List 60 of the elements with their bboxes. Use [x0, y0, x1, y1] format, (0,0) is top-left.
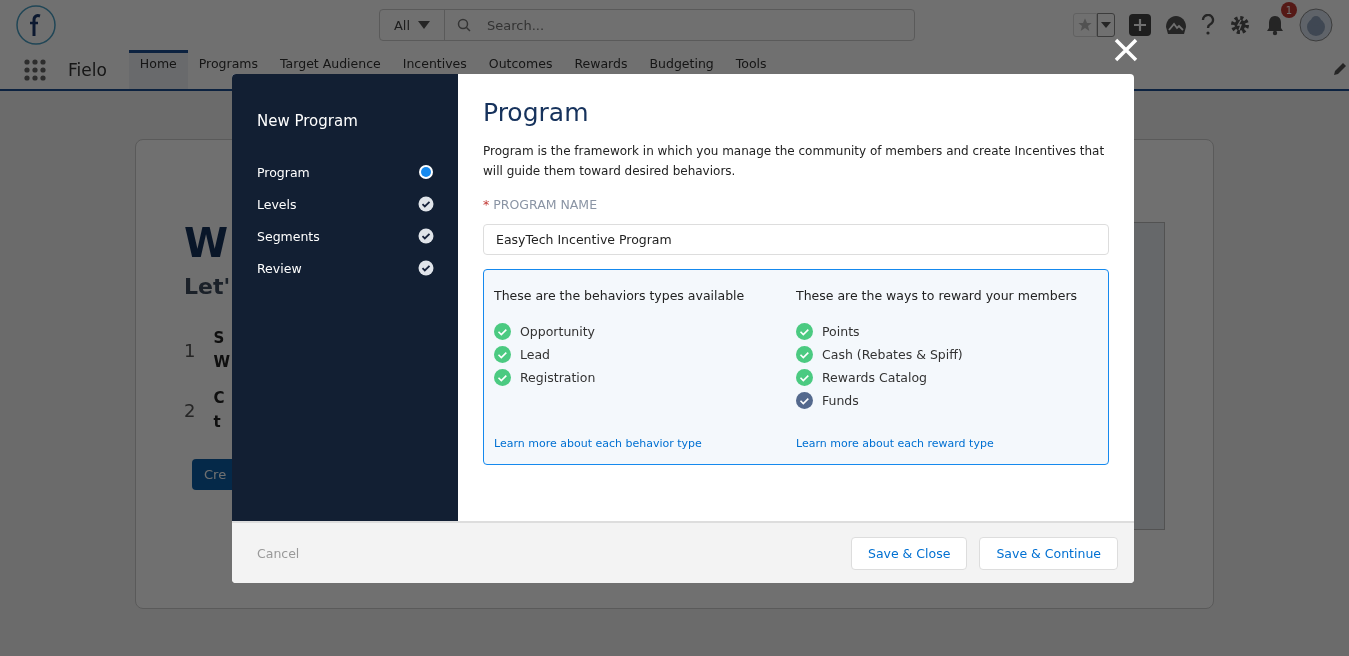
app-name: Fielo [68, 59, 107, 80]
star-icon [1077, 17, 1093, 33]
nav-tab[interactable]: Home [128, 50, 188, 89]
required-asterisk: * [483, 197, 490, 212]
step-text: C [213, 389, 225, 407]
cancel-button[interactable]: Cancel [257, 545, 300, 561]
search-field[interactable]: Search... [485, 16, 789, 34]
wizard-step[interactable]: Levels [257, 196, 297, 212]
wizard-step[interactable]: Program [257, 164, 310, 180]
welcome-subheading: Let' [184, 274, 232, 299]
item-label: Points [822, 324, 860, 339]
step-text: S [213, 329, 226, 347]
help-icon[interactable] [1201, 14, 1215, 36]
nav-tab[interactable]: Programs [187, 50, 270, 89]
nav-tab[interactable]: Tools [724, 50, 778, 89]
nav-tab[interactable]: Budgeting [638, 50, 725, 89]
learn-more-link[interactable]: Learn more about each reward type [796, 437, 994, 450]
welcome-heading: W [184, 220, 230, 266]
step-text: t [213, 413, 222, 431]
search-scope-dropdown[interactable]: All [380, 10, 445, 40]
step-text: W [213, 353, 230, 371]
column-title: These are the ways to reward your members [796, 288, 1079, 303]
description-text: Program is the framework in which you manage the community of members and create Incentives that will guide them toward desired behaviors. [483, 143, 1106, 180]
item-label: Lead [520, 347, 551, 362]
step-number: 1 [184, 339, 196, 361]
avatar-icon[interactable] [1299, 8, 1333, 42]
field-label: PROGRAM NAME [493, 197, 598, 212]
item-label: Rewards Catalog [822, 370, 928, 385]
logo-icon[interactable] [16, 5, 56, 45]
caret-icon [418, 21, 431, 29]
nav-tab[interactable]: Incentives [391, 50, 478, 89]
caret-icon [1101, 22, 1111, 28]
settings-icon[interactable] [1229, 14, 1251, 36]
nav-tab[interactable]: Outcomes [477, 50, 564, 89]
search-bar[interactable]: All Search... [379, 9, 915, 41]
program-name-field[interactable]: EasyTech Incentive Program [483, 224, 1109, 255]
close-icon[interactable] [1114, 38, 1138, 62]
wizard-step[interactable]: Review [257, 260, 302, 276]
mountain-icon[interactable] [1165, 15, 1187, 35]
footer-button[interactable]: Save & Close [850, 536, 968, 570]
bell-icon[interactable] [1265, 14, 1285, 36]
item-label: Registration [520, 370, 596, 385]
section-heading: Program [483, 98, 590, 127]
search-icon [457, 18, 471, 32]
nav-tab[interactable]: Target Audience [269, 50, 392, 89]
wizard-step[interactable]: Segments [257, 228, 320, 244]
item-label: Opportunity [520, 324, 595, 339]
notification-badge: 1 [1281, 2, 1297, 18]
pencil-icon[interactable] [1333, 62, 1347, 76]
footer-button[interactable]: Save & Continue [979, 536, 1118, 570]
item-label: Funds [822, 393, 859, 408]
column-title: These are the behaviors types available [494, 288, 746, 303]
modal-title: New Program [257, 112, 359, 130]
nav-tab[interactable]: Rewards [563, 50, 639, 89]
step-number: 2 [184, 399, 196, 421]
plus-icon[interactable] [1129, 14, 1151, 36]
item-label: Cash (Rebates & Spiff) [822, 347, 963, 362]
learn-more-link[interactable]: Learn more about each behavior type [494, 437, 702, 450]
app-launcher-icon[interactable] [24, 58, 46, 81]
favorites-dropdown[interactable] [1097, 13, 1115, 37]
